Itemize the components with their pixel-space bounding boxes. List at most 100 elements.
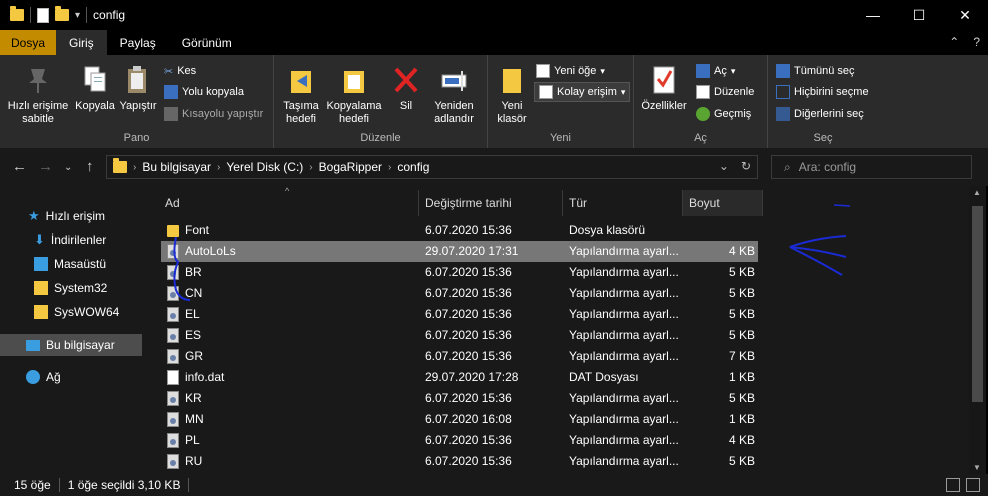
rename-label: Yeniden adlandır <box>434 100 474 125</box>
paste-button[interactable]: Yapıştır <box>118 63 158 113</box>
group-open: Özellikler Aç ▾ Düzenle Geçmiş Aç <box>634 55 768 148</box>
select-all-button[interactable]: Tümünü seç <box>776 61 855 81</box>
properties-icon[interactable] <box>37 7 49 23</box>
paste-shortcut-label: Kısayolu yapıştır <box>182 108 264 120</box>
nav-network[interactable]: Ağ <box>0 366 142 388</box>
nav-quick-access[interactable]: ★ Hızlı erişim <box>0 205 142 227</box>
nav-downloads[interactable]: ⬇ İndirilenler <box>0 229 142 251</box>
dropdown-arrow-icon: ▾ <box>730 65 736 76</box>
search-box[interactable]: ⌕ Ara: config <box>771 155 972 179</box>
customize-toolbar-icon[interactable]: ▾ <box>75 10 80 21</box>
large-icons-view-icon[interactable] <box>966 478 980 492</box>
tab-file[interactable]: Dosya <box>0 30 56 55</box>
network-icon <box>26 370 40 384</box>
breadcrumb-this-pc[interactable]: Bu bilgisayar <box>142 160 211 174</box>
breadcrumb-bogaripper[interactable]: BogaRipper <box>319 160 382 174</box>
tab-home[interactable]: Giriş <box>56 30 107 55</box>
star-icon: ★ <box>28 208 40 223</box>
copy-path-icon <box>164 85 178 99</box>
table-row[interactable]: PL 6.07.2020 15:36 Yapılandırma ayarl... 4 … <box>161 430 758 451</box>
move-to-button[interactable]: Taşıma hedefi <box>278 63 324 126</box>
file-date: 6.07.2020 15:36 <box>425 328 512 342</box>
rename-button[interactable]: Yeniden adlandır <box>426 63 482 126</box>
scroll-thumb[interactable] <box>972 206 983 402</box>
forward-arrow-icon[interactable]: → <box>38 158 53 175</box>
table-row[interactable]: AutoLoLs 29.07.2020 17:31 Yapılandırma aya… <box>161 241 758 262</box>
nav-this-pc[interactable]: Bu bilgisayar <box>0 334 142 356</box>
table-row[interactable]: EL 6.07.2020 15:36 Yapılandırma ayarl... 5 … <box>161 304 758 325</box>
open-button[interactable]: Aç ▾ <box>696 61 735 81</box>
table-row[interactable]: CN 6.07.2020 15:36 Yapılandırma ayarl... 5 … <box>161 283 758 304</box>
new-item-button[interactable]: Yeni öğe ▾ <box>536 61 605 81</box>
file-type: Yapılandırma ayarl... <box>569 454 679 468</box>
copy-button[interactable]: Kopyala <box>74 63 116 113</box>
paste-shortcut-icon <box>164 107 178 121</box>
scroll-up-icon[interactable]: ▲ <box>973 188 981 197</box>
properties-button[interactable]: Özellikler <box>636 63 692 113</box>
divider <box>30 7 31 23</box>
open-label: Aç <box>714 65 727 77</box>
new-folder-icon[interactable] <box>55 6 69 21</box>
select-none-button[interactable]: Hiçbirini seçme <box>776 82 869 102</box>
collapse-ribbon-icon[interactable]: ⌃ <box>949 35 959 49</box>
history-button[interactable]: Geçmiş <box>696 104 751 124</box>
breadcrumb-config[interactable]: config <box>397 160 429 174</box>
edit-button[interactable]: Düzenle <box>696 82 754 102</box>
nav-system32[interactable]: System32 <box>0 277 142 299</box>
table-row[interactable]: Font 6.07.2020 15:36 Dosya klasörü <box>161 220 758 241</box>
back-arrow-icon[interactable]: ← <box>12 158 27 175</box>
column-header-date[interactable]: Değiştirme tarihi <box>419 190 563 216</box>
pin-quick-access-button[interactable]: Hızlı erişime sabitle <box>6 63 70 126</box>
file-name: Font <box>185 223 210 237</box>
breadcrumb-local-disk[interactable]: Yerel Disk (C:) <box>226 160 303 174</box>
column-header-type[interactable]: Tür <box>563 190 683 216</box>
nav-syswow64[interactable]: SysWOW64 <box>0 301 142 323</box>
address-history-dropdown-icon[interactable]: ⌄ <box>719 159 729 173</box>
new-folder-button[interactable]: Yeni klasör <box>492 63 532 126</box>
address-bar[interactable]: › Bu bilgisayar › Yerel Disk (C:) › Boga… <box>106 155 758 179</box>
maximize-button[interactable]: ☐ <box>896 0 942 30</box>
column-header-size[interactable]: Boyut <box>683 190 763 216</box>
delete-button[interactable]: Sil <box>392 63 420 113</box>
scissors-icon: ✂ <box>164 65 174 78</box>
group-label-new: Yeni <box>549 132 571 144</box>
invert-selection-button[interactable]: Diğerlerini seç <box>776 104 864 124</box>
config-file-icon <box>167 244 179 259</box>
copy-to-button[interactable]: Kopyalama hedefi <box>324 63 384 126</box>
cut-button[interactable]: ✂ Kes <box>164 61 196 81</box>
nav-desktop[interactable]: Masaüstü <box>0 253 142 275</box>
file-name: EL <box>185 307 200 321</box>
table-row[interactable]: KR 6.07.2020 15:36 Yapılandırma ayarl... 5 … <box>161 388 758 409</box>
up-arrow-icon[interactable]: ↑ <box>86 158 94 175</box>
divider <box>86 7 88 23</box>
details-view-icon[interactable] <box>946 478 960 492</box>
scroll-down-icon[interactable]: ▼ <box>973 463 981 472</box>
file-type: Yapılandırma ayarl... <box>569 349 679 363</box>
paste-shortcut-button[interactable]: Kısayolu yapıştır <box>164 104 263 124</box>
table-row[interactable]: GR 6.07.2020 15:36 Yapılandırma ayarl... 7 … <box>161 346 758 367</box>
group-label-organize: Düzenle <box>360 132 401 144</box>
vertical-scrollbar[interactable]: ▲ ▼ <box>969 186 986 474</box>
minimize-button[interactable]: — <box>850 0 896 30</box>
select-all-label: Tümünü seç <box>794 65 855 77</box>
file-type: Yapılandırma ayarl... <box>569 433 679 447</box>
refresh-icon[interactable]: ↻ <box>741 159 751 173</box>
column-header-name[interactable]: Ad <box>159 190 419 216</box>
table-row[interactable]: BR 6.07.2020 15:36 Yapılandırma ayarl... 5 … <box>161 262 758 283</box>
easy-access-button[interactable]: Kolay erişim ▾ <box>534 82 631 102</box>
table-row[interactable]: RU 6.07.2020 15:36 Yapılandırma ayarl... 5 … <box>161 451 758 472</box>
paste-icon <box>125 63 151 97</box>
tab-view[interactable]: Görünüm <box>169 30 245 55</box>
pin-icon <box>25 63 51 97</box>
table-row[interactable]: MN 6.07.2020 16:08 Yapılandırma ayarl... 1 … <box>161 409 758 430</box>
tab-share[interactable]: Paylaş <box>107 30 169 55</box>
edit-icon <box>696 85 710 99</box>
close-button[interactable]: ✕ <box>942 0 988 30</box>
new-folder-label: Yeni klasör <box>497 100 527 125</box>
folder-icon <box>34 281 48 295</box>
table-row[interactable]: info.dat 29.07.2020 17:28 DAT Dosyası 1 KB <box>161 367 758 388</box>
help-icon[interactable]: ? <box>973 35 980 49</box>
table-row[interactable]: ES 6.07.2020 15:36 Yapılandırma ayarl... 5 … <box>161 325 758 346</box>
copy-path-button[interactable]: Yolu kopyala <box>164 82 244 102</box>
recent-locations-icon[interactable]: ⌄ <box>64 162 72 173</box>
